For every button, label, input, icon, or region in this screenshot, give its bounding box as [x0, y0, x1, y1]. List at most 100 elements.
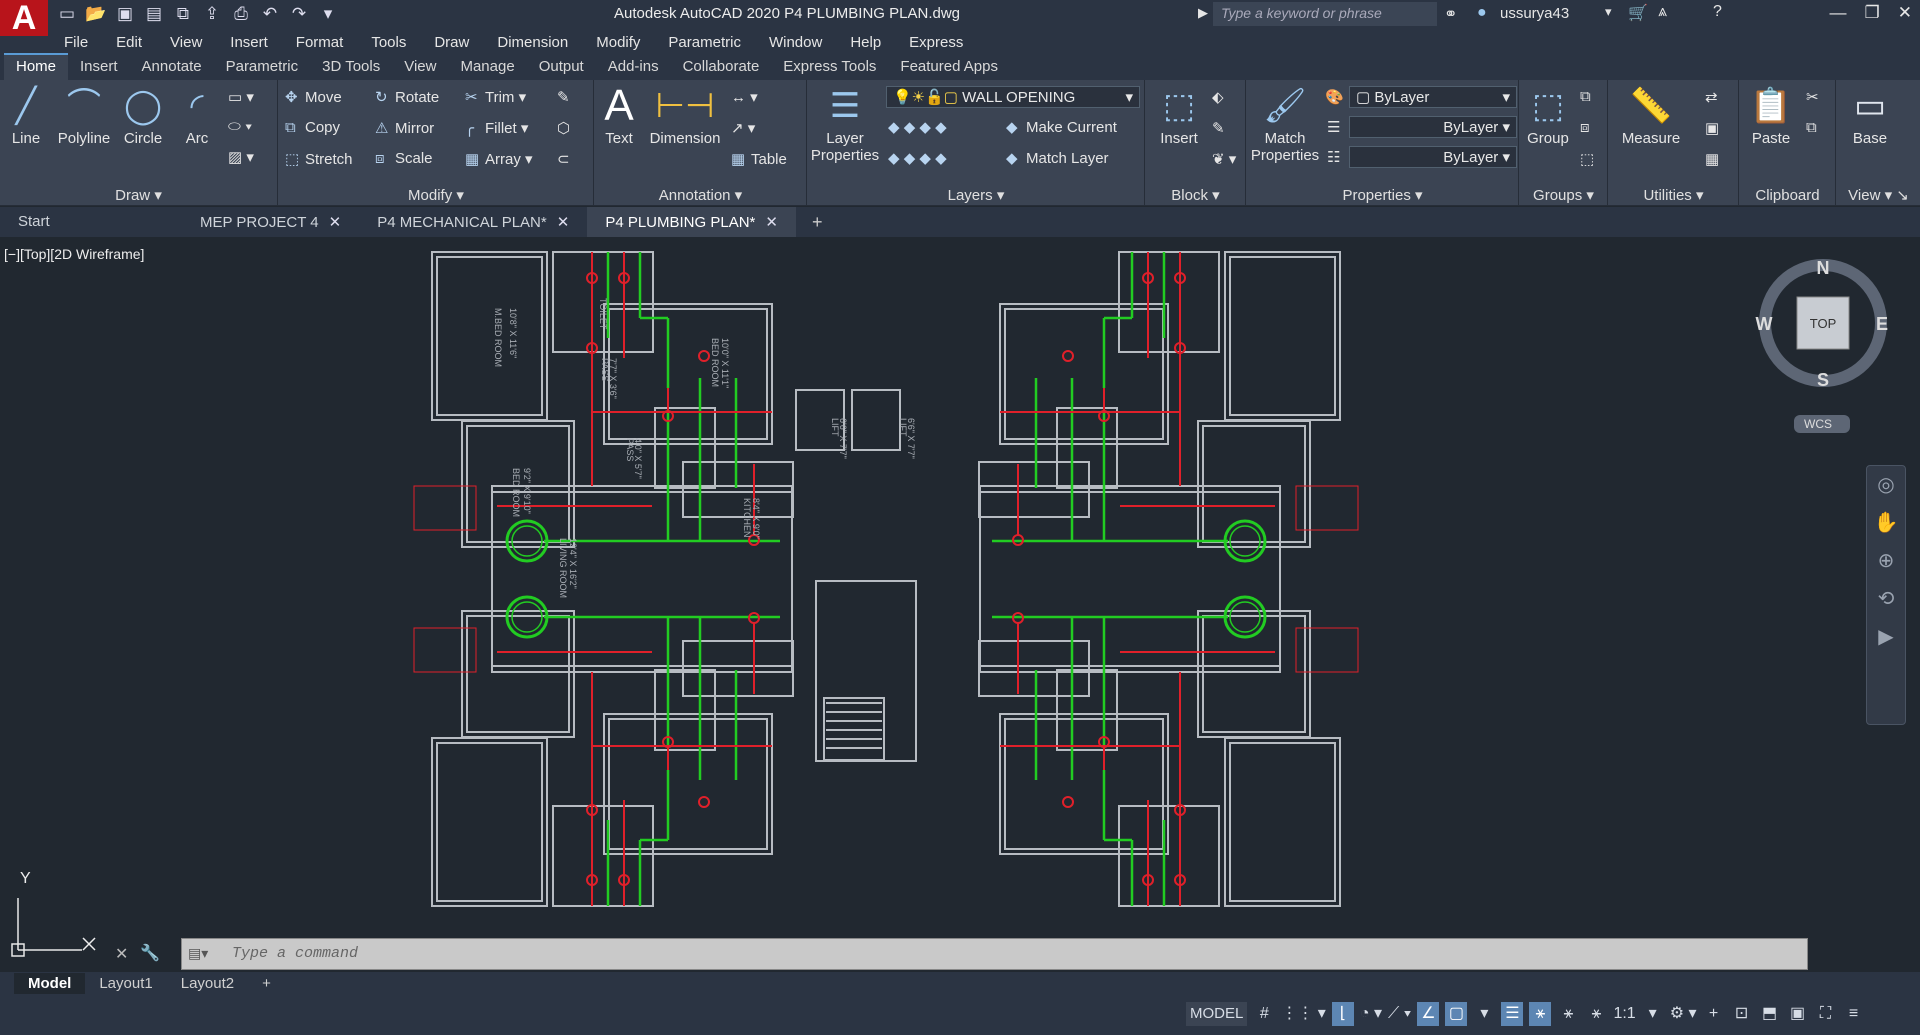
- scale-readout[interactable]: 1:1: [1613, 1002, 1635, 1026]
- ribbon-tab-collaborate[interactable]: Collaborate: [671, 55, 772, 80]
- annotation-visibility-icon[interactable]: ⚹: [1529, 1002, 1552, 1026]
- groups-panel-title[interactable]: Groups ▾: [1520, 186, 1607, 204]
- menu-item-format[interactable]: Format: [296, 34, 344, 51]
- layer-tools-row1-icons[interactable]: ◆ ◆ ◆ ◆: [888, 118, 947, 136]
- document-tab[interactable]: Start: [0, 207, 182, 237]
- layers-panel-title[interactable]: Layers ▾: [808, 186, 1144, 204]
- customize-qat-icon[interactable]: ▾: [317, 3, 339, 25]
- close-tab-icon[interactable]: ✕: [329, 214, 342, 231]
- undo-icon[interactable]: ↶: [259, 3, 281, 25]
- new-layout-icon[interactable]: +: [248, 973, 285, 994]
- open-icon[interactable]: 📂: [85, 3, 107, 25]
- scale-button[interactable]: ⧈ Scale: [375, 150, 433, 167]
- lineweight-toggle-icon[interactable]: ☰: [1501, 1002, 1524, 1026]
- binoculars-icon[interactable]: ⚭: [1444, 4, 1457, 24]
- quick-select-icon[interactable]: ⇄: [1705, 88, 1718, 106]
- ribbon-tab-express-tools[interactable]: Express Tools: [771, 55, 888, 80]
- circle-tool[interactable]: ◯ Circle: [118, 86, 168, 147]
- move-button[interactable]: ✥ Move: [285, 88, 342, 106]
- group-select-icon[interactable]: ⬚: [1580, 150, 1594, 168]
- ribbon-tab-3d-tools[interactable]: 3D Tools: [310, 55, 392, 80]
- ribbon-tab-featured-apps[interactable]: Featured Apps: [888, 55, 1010, 80]
- viewcube[interactable]: TOP N S E W WCS: [1756, 258, 1889, 433]
- calculator-icon[interactable]: ▦: [1705, 150, 1719, 168]
- erase-icon[interactable]: ✎: [557, 88, 570, 106]
- menu-item-insert[interactable]: Insert: [230, 34, 268, 51]
- insert-block-tool[interactable]: ⬚ Insert: [1152, 86, 1206, 147]
- layer-dropdown[interactable]: 💡☀🔓▢ WALL OPENING ▾: [886, 86, 1140, 108]
- command-history-icon[interactable]: ▤▾: [188, 945, 208, 962]
- fullscreen-icon[interactable]: ⛶: [1815, 1002, 1837, 1026]
- group-edit-icon[interactable]: ⧈: [1580, 119, 1590, 136]
- rectangle-icon[interactable]: ▭ ▾: [228, 88, 254, 106]
- units-icon[interactable]: ⊡: [1731, 1002, 1753, 1026]
- ribbon-tab-home[interactable]: Home: [4, 53, 69, 80]
- text-tool[interactable]: A Text: [601, 84, 637, 148]
- user-dropdown-icon[interactable]: ▾: [1605, 4, 1612, 20]
- copy-clip-icon[interactable]: ⧉: [1806, 119, 1817, 136]
- menu-item-draw[interactable]: Draw: [434, 34, 469, 51]
- help-icon[interactable]: ?: [1713, 3, 1722, 21]
- annotation-scale-icon[interactable]: ⚹: [1585, 1002, 1607, 1026]
- trim-button[interactable]: ✂ Trim ▾: [465, 88, 526, 106]
- menu-item-tools[interactable]: Tools: [371, 34, 406, 51]
- osnap-tracking-icon[interactable]: ∠: [1417, 1002, 1440, 1026]
- array-button[interactable]: ▦ Array ▾: [465, 150, 533, 168]
- command-input[interactable]: Type a command: [181, 938, 1808, 970]
- save-icon[interactable]: ▣: [114, 3, 136, 25]
- create-block-icon[interactable]: ⬖: [1212, 88, 1224, 106]
- cart-icon[interactable]: 🛒: [1628, 3, 1648, 23]
- quick-properties-icon[interactable]: ⬒: [1759, 1002, 1781, 1026]
- isodraft-icon[interactable]: ⟋ ▾: [1388, 1002, 1411, 1026]
- menu-item-express[interactable]: Express: [909, 34, 963, 51]
- block-panel-title[interactable]: Block ▾: [1146, 186, 1245, 204]
- search-input[interactable]: Type a keyword or phrase: [1213, 2, 1437, 26]
- copy-button[interactable]: ⧉ Copy: [285, 119, 340, 136]
- zoom-extents-icon[interactable]: ⊕: [1867, 542, 1905, 580]
- match-properties-tool[interactable]: 🖌 Match Properties: [1249, 86, 1321, 164]
- layout-tab-layout1[interactable]: Layout1: [85, 973, 166, 994]
- web-open-icon[interactable]: ⧉: [172, 3, 194, 25]
- chevron-right-icon[interactable]: ▶: [1198, 5, 1208, 21]
- menu-item-view[interactable]: View: [170, 34, 202, 51]
- menu-item-window[interactable]: Window: [769, 34, 822, 51]
- web-save-icon[interactable]: ⇪: [201, 3, 223, 25]
- document-tab[interactable]: P4 MECHANICAL PLAN* ✕: [359, 207, 587, 237]
- view-panel-title[interactable]: View ▾ ↘: [1837, 186, 1920, 204]
- measure-tool[interactable]: 📏 Measure: [1613, 86, 1689, 147]
- group-tool[interactable]: ⬚ Group: [1524, 86, 1572, 147]
- autocad-logo[interactable]: A: [0, 0, 48, 36]
- utilities-panel-title[interactable]: Utilities ▾: [1609, 186, 1738, 204]
- redo-icon[interactable]: ↷: [288, 3, 310, 25]
- restore-icon[interactable]: ❐: [1865, 3, 1880, 23]
- grid-icon[interactable]: #: [1253, 1002, 1275, 1026]
- match-layer-button[interactable]: ◆ Match Layer: [1006, 149, 1109, 167]
- snap-icon[interactable]: ⋮⋮ ▾: [1281, 1002, 1325, 1026]
- steering-wheel-icon[interactable]: ◎: [1867, 466, 1905, 504]
- menu-item-file[interactable]: File: [64, 34, 88, 51]
- layer-properties-tool[interactable]: ☰ Layer Properties: [808, 86, 882, 164]
- color-wheel-icon[interactable]: 🎨: [1325, 88, 1344, 106]
- layout-tab-layout2[interactable]: Layout2: [167, 973, 248, 994]
- customize-icon[interactable]: ≡: [1843, 1002, 1865, 1026]
- command-close-icon[interactable]: ✕: [115, 944, 128, 964]
- ungroup-icon[interactable]: ⧉: [1580, 88, 1591, 105]
- block-attributes-icon[interactable]: ❦ ▾: [1212, 150, 1236, 168]
- layer-tools-row2-icons[interactable]: ◆ ◆ ◆ ◆: [888, 149, 947, 167]
- leader-icon[interactable]: ↗ ▾: [731, 119, 755, 137]
- isolate-icon[interactable]: ▣: [1787, 1002, 1809, 1026]
- close-tab-icon[interactable]: ✕: [557, 214, 570, 231]
- orbit-icon[interactable]: ⟲: [1867, 580, 1905, 618]
- ellipse-icon[interactable]: ⬭ ▾: [228, 118, 252, 135]
- select-all-icon[interactable]: ▣: [1705, 119, 1719, 137]
- table-button[interactable]: ▦ Table: [731, 150, 787, 168]
- menu-item-parametric[interactable]: Parametric: [668, 34, 741, 51]
- menu-item-modify[interactable]: Modify: [596, 34, 640, 51]
- navigation-bar[interactable]: ◎ ✋ ⊕ ⟲ ▶: [1866, 465, 1906, 725]
- annotation-panel-title[interactable]: Annotation ▾: [595, 186, 806, 204]
- polyline-tool[interactable]: ⌒ Polyline: [52, 86, 116, 147]
- scale-dropdown-icon[interactable]: ▾: [1642, 1002, 1664, 1026]
- lineweight-dropdown[interactable]: ByLayer ▾: [1349, 116, 1517, 138]
- line-tool[interactable]: ╱ Line: [4, 86, 48, 147]
- ribbon-tab-annotate[interactable]: Annotate: [130, 55, 214, 80]
